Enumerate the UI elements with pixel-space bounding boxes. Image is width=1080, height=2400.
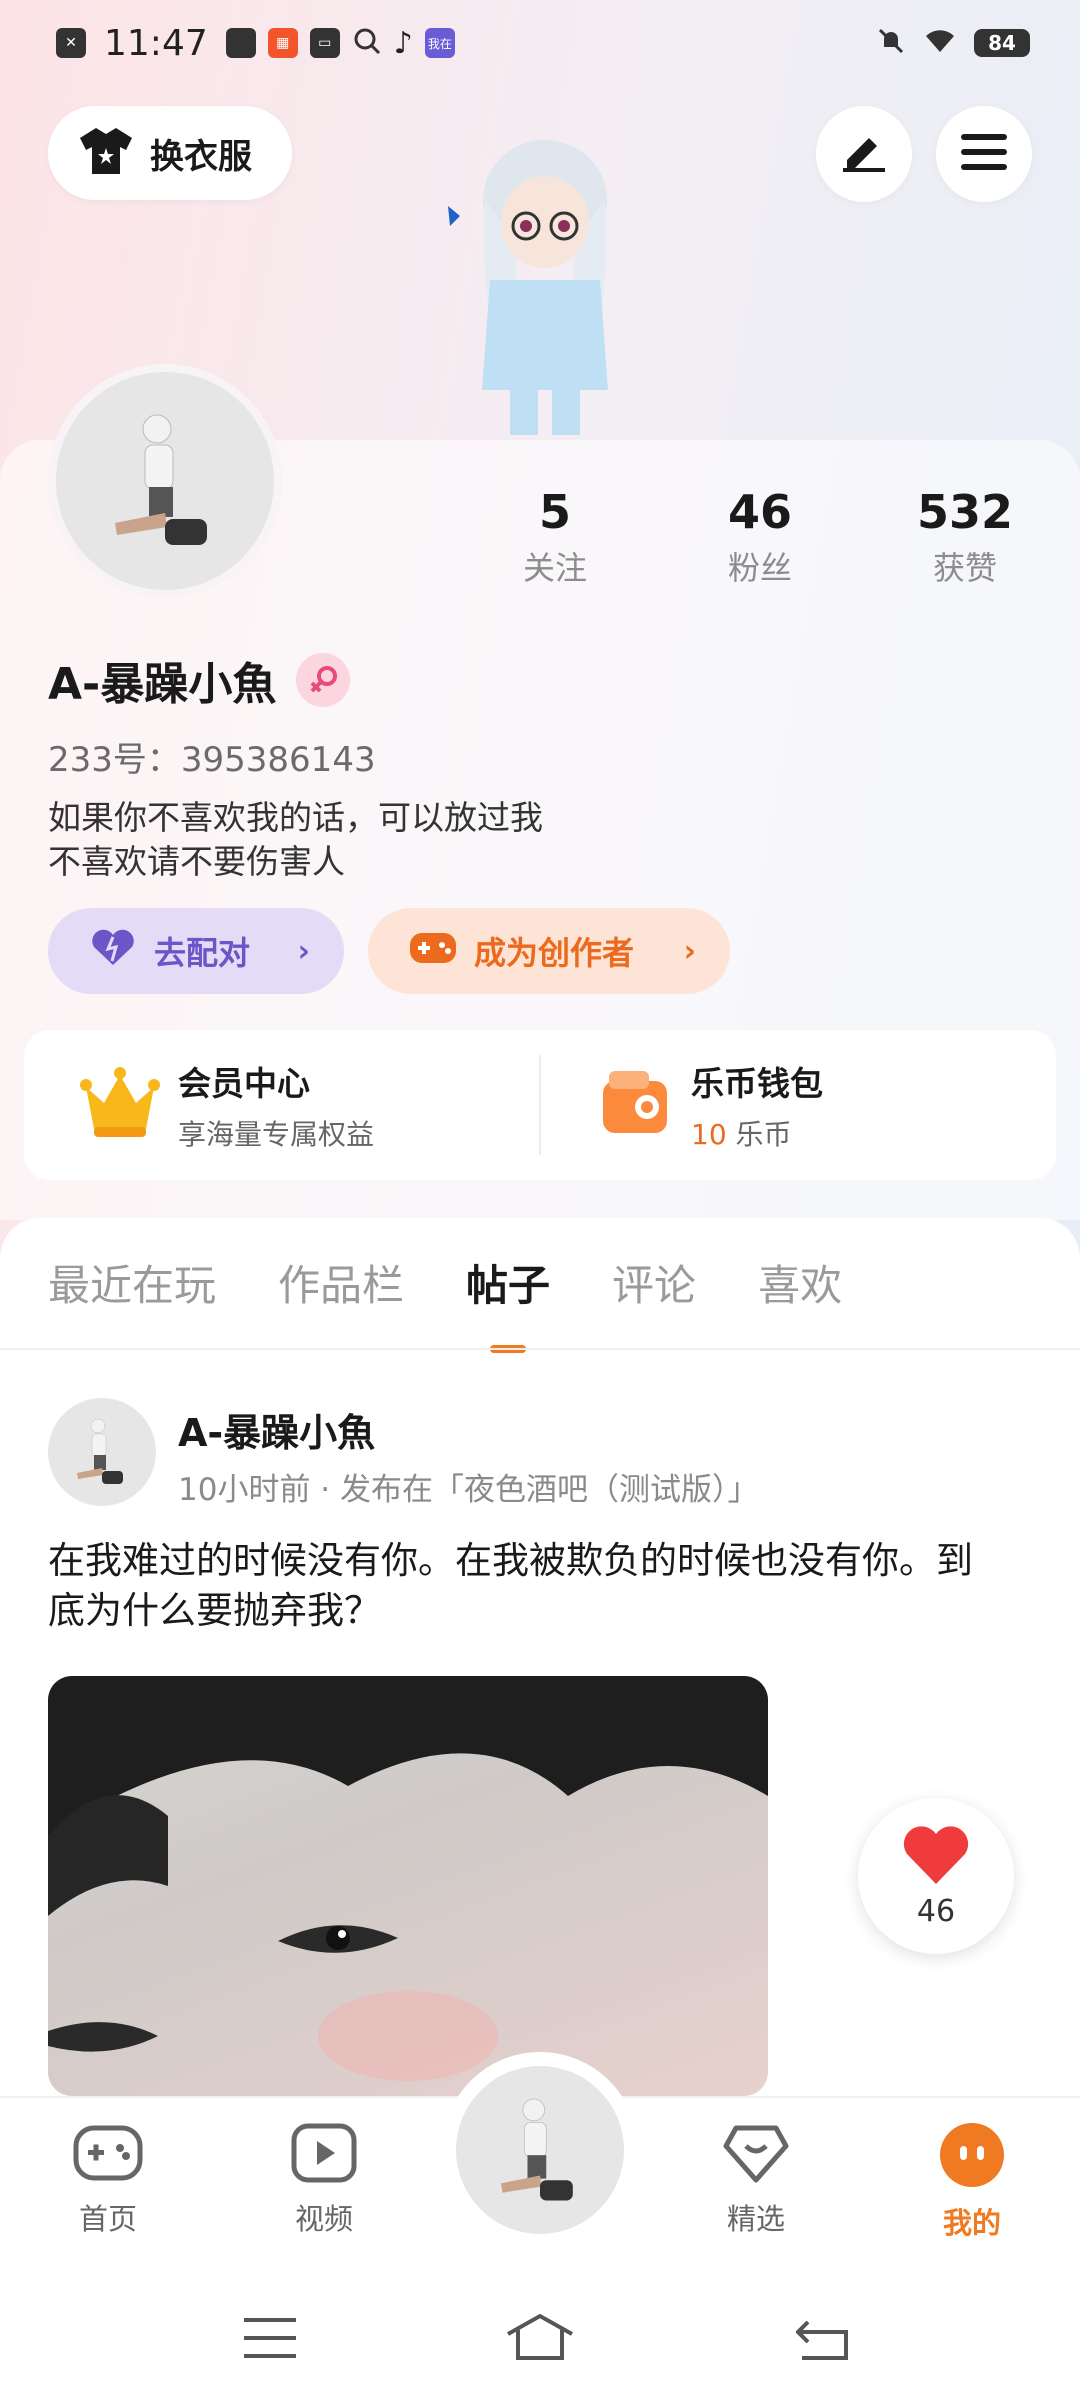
close-notification-icon: ✕ (56, 28, 86, 58)
user-id: 233号：395386143 (48, 740, 376, 780)
avatar-character-figure[interactable] (440, 130, 650, 440)
gamepad-icon (408, 927, 458, 975)
wallet-coin-icon (597, 1067, 673, 1143)
battery-indicator: 84 (974, 29, 1030, 57)
avatar-figure-icon (500, 2098, 573, 2200)
crown-icon (80, 1065, 160, 1145)
tab-likes[interactable]: 喜欢 (758, 1252, 842, 1353)
nav-video-label: 视频 (294, 2202, 353, 2236)
profile-avatar[interactable] (48, 364, 282, 598)
nav-video[interactable]: 视频 (264, 2122, 384, 2238)
tabs-divider (0, 1348, 1080, 1350)
me-face-icon (936, 2123, 1008, 2192)
vip-center-entry[interactable]: 会员中心 享海量专属权益 (24, 1030, 539, 1180)
nav-me-label: 我的 (942, 2206, 1001, 2240)
nav-home-label: 首页 (78, 2202, 137, 2236)
tab-posts[interactable]: 帖子 (466, 1252, 550, 1353)
tiktok-icon: ♪ (393, 25, 413, 61)
heart-match-icon (88, 927, 138, 975)
username: A-暴躁小魚 (48, 659, 277, 710)
gamepad-home-icon (72, 2125, 144, 2188)
nav-featured-label: 精选 (726, 2202, 785, 2236)
wallet-balance: 10 乐币 (691, 1113, 823, 1153)
stat-likes[interactable]: 532 获赞 (890, 485, 1040, 589)
change-outfit-label: 换衣服 (150, 136, 252, 177)
wifi-icon (922, 26, 958, 60)
tab-works[interactable]: 作品栏 (278, 1252, 404, 1353)
username-row: A-暴躁小魚 (48, 648, 351, 712)
menu-button[interactable] (936, 106, 1032, 202)
clock: 11:47 (104, 22, 208, 64)
status-right: 84 (876, 26, 1030, 60)
stat-followers[interactable]: 46 粉丝 (685, 485, 835, 589)
app-badge-icon: 我在 (424, 28, 455, 58)
tshirt-icon (78, 126, 134, 180)
chevron-right-icon: › (297, 933, 310, 969)
stat-followers-label: 粉丝 (727, 549, 792, 587)
recent-apps-icon[interactable] (244, 2316, 296, 2364)
app-grid-icon: ▦ (267, 28, 298, 58)
match-label: 去配对 (154, 934, 251, 972)
post-text[interactable]: 在我难过的时候没有你。在我被欺负的时候也没有你。到底为什么要抛弃我？ (48, 1536, 998, 1636)
vip-title: 会员中心 (178, 1064, 310, 1103)
tab-comments[interactable]: 评论 (612, 1252, 696, 1353)
chevron-right-icon: › (683, 933, 696, 969)
featured-heart-icon (720, 2125, 792, 2188)
post-meta[interactable]: 10小时前 · 发布在「夜色酒吧（测试版）」 (178, 1464, 759, 1509)
nav-avatar-button[interactable] (456, 2066, 624, 2234)
nav-home[interactable]: 首页 (48, 2122, 168, 2238)
member-card: 会员中心 享海量专属权益 乐币钱包 10 乐币 (24, 1030, 1056, 1180)
wallet-title: 乐币钱包 (691, 1064, 823, 1103)
stat-likes-label: 获赞 (932, 549, 997, 587)
female-gender-icon (296, 653, 351, 707)
post-photo (48, 1676, 768, 2081)
wallet-text: 乐币钱包 10 乐币 (691, 1057, 823, 1153)
change-outfit-button[interactable]: 换衣服 (48, 106, 292, 200)
status-left: ✕ 11:47 ▦ ▭ ♪ 我在 (56, 23, 455, 64)
stat-following-count: 5 (538, 485, 571, 539)
video-play-icon (288, 2123, 360, 2188)
status-bar: ✕ 11:47 ▦ ▭ ♪ 我在 84 (0, 0, 1080, 86)
stat-following[interactable]: 5 关注 (480, 485, 630, 589)
back-icon[interactable] (795, 2314, 850, 2366)
heart-icon (901, 1824, 971, 1890)
post-author-avatar[interactable] (48, 1398, 156, 1506)
bio-line: 不喜欢请不要伤害人 (48, 842, 345, 881)
home-icon[interactable] (504, 2312, 576, 2366)
bio-line: 如果你不喜欢我的话，可以放过我 (48, 798, 543, 837)
wallet-entry[interactable]: 乐币钱包 10 乐币 (541, 1030, 1056, 1180)
pen-icon (839, 132, 889, 176)
become-creator-label: 成为创作者 (474, 934, 635, 972)
hamburger-menu-icon (961, 132, 1007, 176)
profile-tabs: 最近在玩 作品栏 帖子 评论 喜欢 (48, 1252, 842, 1353)
nav-me[interactable]: 我的 (912, 2122, 1032, 2242)
nav-featured[interactable]: 精选 (696, 2122, 816, 2238)
tab-recent-played[interactable]: 最近在玩 (48, 1252, 216, 1353)
wallet-icon: ▭ (309, 28, 340, 58)
stat-followers-count: 46 (727, 485, 792, 539)
like-button[interactable]: 46 (858, 1798, 1014, 1954)
profile-stats: 5 关注 46 粉丝 532 获赞 (480, 485, 1040, 589)
vip-subtitle: 享海量专属权益 (178, 1118, 375, 1151)
search-status-icon (352, 26, 382, 60)
avatar-figure-icon (77, 1418, 123, 1484)
stat-likes-count: 532 (916, 485, 1014, 539)
profile-page: ✕ 11:47 ▦ ▭ ♪ 我在 84 换衣服 5 关注 46 粉丝 532 获… (0, 0, 1080, 2400)
become-creator-button[interactable]: 成为创作者 › (368, 908, 730, 994)
edit-profile-button[interactable] (816, 106, 912, 202)
system-nav-bar (0, 2276, 1080, 2400)
app-square-icon (225, 28, 256, 58)
vip-text: 会员中心 享海量专属权益 (178, 1057, 374, 1153)
match-button[interactable]: 去配对 › (48, 908, 344, 994)
post-author-name[interactable]: A-暴躁小魚 (178, 1402, 375, 1457)
avatar-figure-icon (115, 414, 207, 545)
stat-following-label: 关注 (522, 549, 587, 587)
post-image[interactable] (48, 1676, 768, 2096)
mute-icon (876, 26, 906, 60)
bio: 如果你不喜欢我的话，可以放过我 不喜欢请不要伤害人 (48, 796, 543, 884)
like-count: 46 (916, 1893, 956, 1929)
coin-count: 10 (691, 1118, 727, 1151)
coin-unit: 乐币 (735, 1118, 792, 1151)
